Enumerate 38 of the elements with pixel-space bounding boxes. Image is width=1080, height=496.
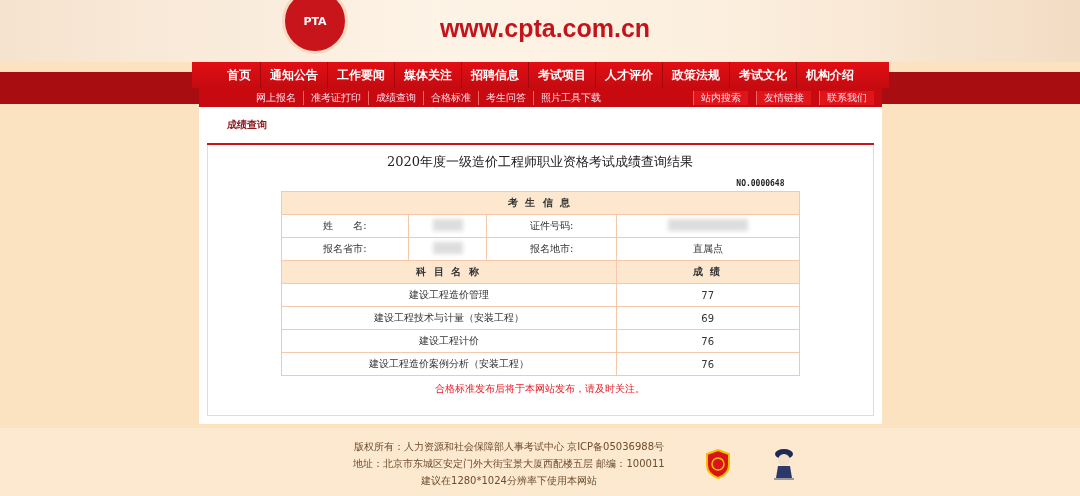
table-cell: 报名省市:	[281, 237, 409, 261]
blurred-value	[432, 242, 463, 254]
site-logo: PTA	[282, 0, 348, 54]
footer-text: 版权所有：人力资源和社会保障部人事考试中心 京ICP备05036988号	[353, 440, 664, 454]
notice-text: 合格标准发布后将于本网站发布，请及时关注。	[435, 382, 645, 396]
table-cell: 直属点	[692, 243, 723, 254]
table-cell: 76	[616, 329, 799, 353]
sub-nav-link[interactable]: 照片工具下载	[532, 91, 608, 105]
table-cell: 69	[616, 306, 799, 330]
quick-link-button[interactable]: 站内搜索	[692, 91, 748, 105]
table-cell: 建设工程造价案例分析（安装工程）	[281, 352, 617, 376]
table-cell: 报名地市:	[487, 237, 617, 261]
table-cell: 76	[616, 352, 799, 376]
sub-nav-link[interactable]: 准考证打印	[302, 91, 368, 105]
table-header: 成 绩	[616, 260, 799, 284]
sub-nav-link[interactable]: 考生问答	[477, 91, 533, 105]
quick-link-button[interactable]: 友情链接	[755, 91, 811, 105]
blurred-value	[432, 219, 463, 231]
sub-nav-link[interactable]: 网上报名	[248, 91, 303, 105]
table-cell: 建设工程计价	[281, 329, 617, 353]
table-cell: 77	[616, 283, 799, 307]
table-cell: 建设工程造价管理	[281, 283, 617, 307]
table-cell: 建设工程技术与计量（安装工程）	[281, 306, 617, 330]
table-cell: 证件号码:	[487, 214, 617, 238]
footer-text: 建议在1280*1024分辨率下使用本网站	[421, 474, 597, 488]
section-title: 成绩查询	[226, 118, 267, 132]
table-header: 科 目 名 称	[281, 260, 617, 284]
sub-nav-link[interactable]: 成绩查询	[367, 91, 423, 105]
table-header: 考 生 信 息	[281, 191, 799, 215]
site-url: www.cpta.com.cn	[439, 14, 651, 44]
emblem-icon	[704, 449, 731, 479]
table-cell: 姓 名:	[281, 214, 409, 238]
sub-nav-link[interactable]: 合格标准	[422, 91, 478, 105]
record-number: NO.0000648	[736, 179, 785, 188]
result-title: 2020年度一级造价工程师职业资格考试成绩查询结果	[386, 153, 694, 171]
nav-link[interactable]: 首页	[217, 62, 260, 88]
quick-link-button[interactable]: 联系我们	[818, 91, 874, 105]
footer-text: 地址：北京市东城区安定门外大街宝景大厦西配楼五层 邮编：100011	[353, 457, 665, 471]
